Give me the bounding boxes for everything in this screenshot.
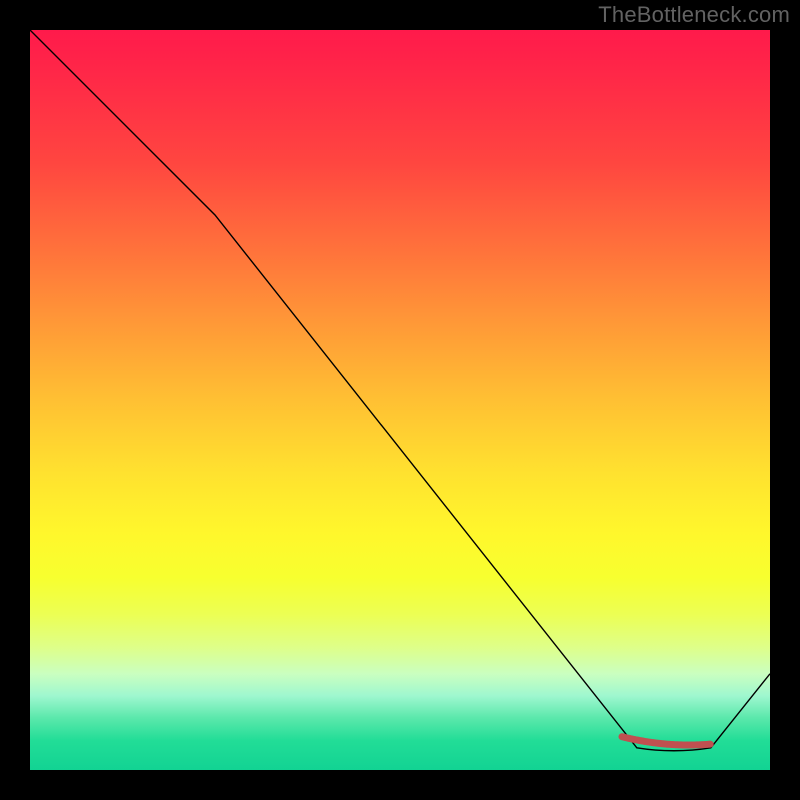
- chart-svg: [30, 30, 770, 770]
- watermark-text: TheBottleneck.com: [598, 2, 790, 28]
- plot-area: [30, 30, 770, 770]
- optimal-zone-marker-path: [622, 737, 711, 745]
- bottleneck-curve-path: [30, 30, 770, 751]
- chart-frame: TheBottleneck.com: [0, 0, 800, 800]
